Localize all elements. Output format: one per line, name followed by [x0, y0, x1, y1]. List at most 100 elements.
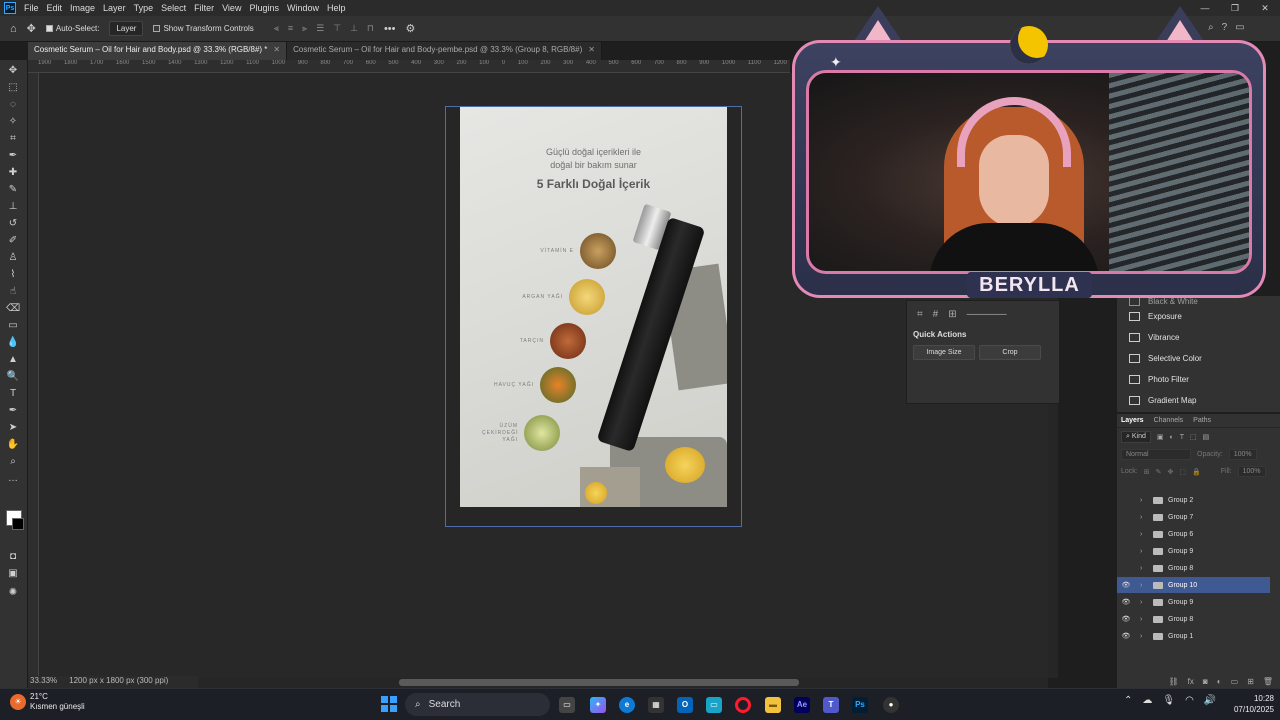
menu-view[interactable]: View	[222, 3, 241, 13]
brush-tool-icon[interactable]: ✎	[6, 183, 20, 197]
chevron-right-icon[interactable]: ›	[1140, 633, 1148, 640]
hand-tool-icon[interactable]: ✋	[6, 438, 20, 452]
lock-artboard-icon[interactable]: ⬚	[1179, 468, 1186, 476]
chevron-right-icon[interactable]: ›	[1140, 514, 1148, 521]
document-image[interactable]: Güçlü doğal içerikleri ile doğal bir bak…	[460, 107, 727, 507]
gear-icon[interactable]: ⚙	[406, 22, 416, 35]
type-tool-icon[interactable]: T	[6, 387, 20, 401]
menu-type[interactable]: Type	[134, 3, 154, 13]
chevron-right-icon[interactable]: ›	[1140, 548, 1148, 555]
adjustment-photo-filter[interactable]: Photo Filter	[1117, 369, 1280, 390]
grid-icon[interactable]: ⌗	[917, 309, 923, 320]
link-layers-icon[interactable]: ⛓	[1169, 677, 1179, 686]
image-size-button[interactable]: Image Size	[913, 345, 975, 360]
brush-tool-icon[interactable]: ✐	[6, 234, 20, 248]
adjustment-filter-icon[interactable]: ◐	[1170, 434, 1174, 441]
layer-row[interactable]: 👁 › Group 9	[1117, 594, 1270, 610]
layer-row[interactable]: › Group 6	[1117, 526, 1270, 542]
align-middle-icon[interactable]: ⊥	[350, 23, 358, 34]
align-center-icon[interactable]: ≡	[288, 23, 293, 34]
chevron-right-icon[interactable]: ›	[1140, 599, 1148, 606]
chevron-right-icon[interactable]: ›	[1140, 531, 1148, 538]
obs-icon[interactable]: ●	[883, 697, 899, 713]
layer-row[interactable]: › Group 7	[1117, 509, 1270, 525]
chevron-right-icon[interactable]: ›	[1140, 582, 1148, 589]
screen-mode-icon[interactable]: ▣	[6, 567, 20, 581]
adjustment-vibrance[interactable]: Vibrance	[1117, 327, 1280, 348]
stamp-tool-icon[interactable]: ⊥	[6, 200, 20, 214]
workspace-icon[interactable]: ▭	[1235, 22, 1244, 33]
lock-all-icon[interactable]: 🔒	[1192, 468, 1201, 476]
adjustment-exposure[interactable]: Exposure	[1117, 306, 1280, 327]
pen-tool-icon[interactable]: ✒	[6, 404, 20, 418]
lock-brush-icon[interactable]: ✎	[1156, 468, 1162, 476]
adjustment-selective-color[interactable]: Selective Color	[1117, 348, 1280, 369]
path-selection-icon[interactable]: ➤	[6, 421, 20, 435]
move-tool-icon[interactable]: ✥	[27, 22, 36, 35]
marquee-tool-icon[interactable]: ⬚	[6, 81, 20, 95]
eraser-tool-icon[interactable]: ⌫	[6, 302, 20, 316]
menu-help[interactable]: Help	[327, 3, 346, 13]
pixel-grid-icon[interactable]: ⊞	[948, 309, 956, 320]
microphone-icon[interactable]: 🎙	[1162, 695, 1175, 706]
eye-icon[interactable]: 👁	[1121, 632, 1131, 640]
background-color-swatch[interactable]	[12, 518, 24, 530]
opera-icon[interactable]	[735, 697, 751, 713]
align-top-icon[interactable]: ⊤	[333, 23, 341, 34]
layer-row[interactable]: 👁 › Group 1	[1117, 628, 1270, 644]
tab-paths[interactable]: Paths	[1193, 417, 1211, 424]
smudge-tool-icon[interactable]: ☝	[6, 285, 20, 299]
chevron-up-icon[interactable]: ⌃	[1124, 695, 1132, 706]
outlook-icon[interactable]: O	[677, 697, 693, 713]
align-right-icon[interactable]: ⫸	[302, 23, 307, 34]
wifi-icon[interactable]: ◠	[1185, 695, 1194, 706]
new-group-icon[interactable]: ▭	[1231, 677, 1239, 686]
menu-filter[interactable]: Filter	[194, 3, 214, 13]
layer-row[interactable]: › Group 2	[1117, 492, 1270, 508]
shape-filter-icon[interactable]: ⬚	[1190, 433, 1197, 441]
search-icon[interactable]: ⌕	[1208, 22, 1214, 33]
crop-button[interactable]: Crop	[979, 345, 1041, 360]
windows-start-icon[interactable]	[381, 696, 397, 712]
auto-select-checkbox[interactable]: Auto-Select:	[45, 24, 99, 33]
weather-widget[interactable]: ☀ 21°C Kısmen güneşli	[10, 692, 85, 712]
chevron-right-icon[interactable]: ›	[1140, 616, 1148, 623]
menu-window[interactable]: Window	[287, 3, 319, 13]
auto-select-target-dropdown[interactable]: Layer	[109, 21, 144, 36]
adjustment-layer-icon[interactable]: ◐	[1217, 677, 1222, 686]
menu-image[interactable]: Image	[70, 3, 95, 13]
move-tool-icon[interactable]: ✥	[6, 64, 20, 78]
align-bottom-icon[interactable]: ⊓	[367, 23, 374, 34]
blur-tool-icon[interactable]: 💧	[6, 336, 20, 350]
menu-layer[interactable]: Layer	[103, 3, 126, 13]
pixel-filter-icon[interactable]: ▣	[1157, 433, 1164, 441]
zoom-tool-icon[interactable]: ⌕	[6, 455, 20, 469]
store-icon[interactable]: ▦	[648, 697, 664, 713]
eye-icon[interactable]: 👁	[1121, 615, 1131, 623]
home-icon[interactable]: ⌂	[10, 23, 17, 35]
layer-row[interactable]: 👁 › Group 8	[1117, 611, 1270, 627]
crop-tool-icon[interactable]: ⌗	[6, 132, 20, 146]
close-tab-icon[interactable]: ✕	[588, 45, 595, 54]
network-icon[interactable]: ☁	[1142, 695, 1152, 706]
lock-pixels-icon[interactable]: ⊞	[1144, 468, 1150, 476]
zoom-level[interactable]: 33.33%	[30, 676, 57, 688]
healing-brush-icon[interactable]: ✚	[6, 166, 20, 180]
file-explorer-icon[interactable]: ▬	[765, 697, 781, 713]
fx-icon[interactable]: fx	[1188, 677, 1194, 686]
mixer-brush-icon[interactable]: ⌇	[6, 268, 20, 282]
show-transform-controls-checkbox[interactable]: Show Transform Controls	[153, 24, 254, 33]
magic-wand-icon[interactable]: ✧	[6, 115, 20, 129]
align-left-icon[interactable]: ⫷	[274, 23, 279, 34]
distribute-icon[interactable]: ☰	[316, 23, 324, 34]
more-tools-icon[interactable]: …	[6, 472, 20, 486]
gradient-tool-icon[interactable]: ▭	[6, 319, 20, 333]
maximize-button[interactable]: ❐	[1220, 0, 1250, 16]
new-layer-icon[interactable]: ⊞	[1247, 677, 1254, 686]
chevron-right-icon[interactable]: ›	[1140, 565, 1148, 572]
kind-filter-dropdown[interactable]: ⌕ Kind	[1121, 431, 1151, 443]
tab-layers[interactable]: Layers	[1121, 417, 1144, 424]
tab-document-pembe[interactable]: Cosmetic Serum – Oil for Hair and Body-p…	[287, 42, 602, 60]
type-filter-icon[interactable]: T	[1180, 434, 1184, 441]
adjustment-gradient-map[interactable]: Gradient Map	[1117, 390, 1280, 411]
